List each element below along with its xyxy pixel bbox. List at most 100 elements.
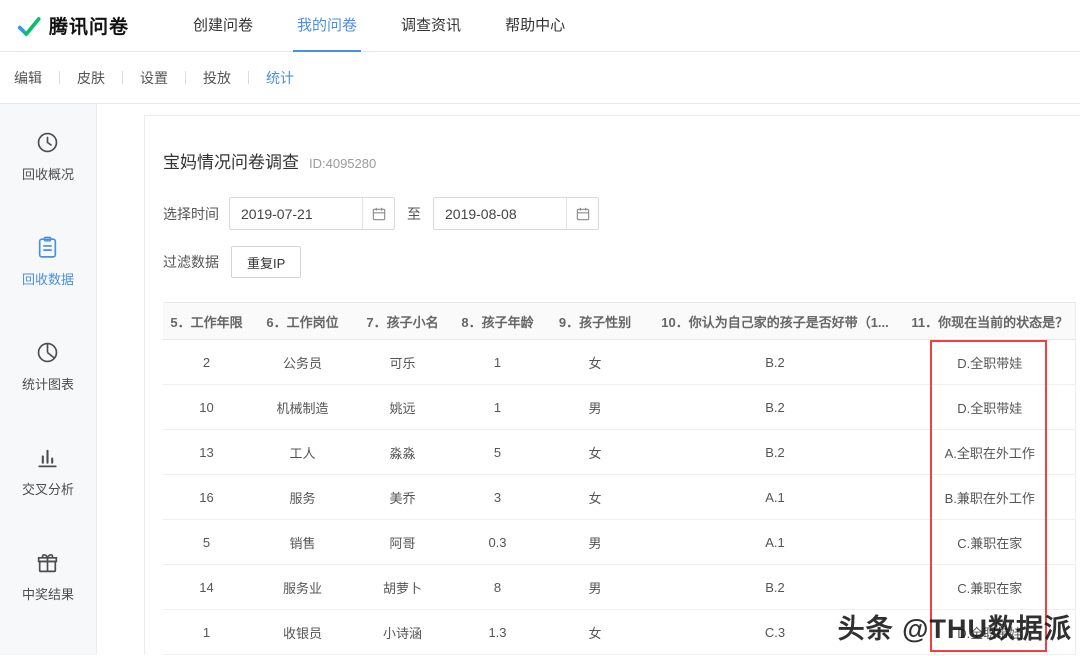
gift-icon <box>35 550 60 575</box>
table-header-cell: 6．工作岗位 <box>250 303 355 340</box>
table-cell: 2 <box>163 340 250 385</box>
table-cell: 1.3 <box>450 610 545 655</box>
app-logo[interactable]: 腾讯问卷 <box>16 12 129 39</box>
table-cell: 3 <box>450 475 545 520</box>
table-cell: 14 <box>163 565 250 610</box>
top-nav-items: 创建问卷 我的问卷 调查资讯 帮助中心 <box>171 0 587 52</box>
table-cell: 胡萝卜 <box>355 565 450 610</box>
nav-create-survey[interactable]: 创建问卷 <box>171 0 275 52</box>
table-cell: B.2 <box>645 430 905 475</box>
tab-skin[interactable]: 皮肤 <box>60 68 122 88</box>
table-row: 16服务美乔3女A.1B.兼职在外工作 <box>163 475 1075 520</box>
start-date-input[interactable]: 2019-07-21 <box>229 197 395 230</box>
table-cell: 阿哥 <box>355 520 450 565</box>
table-cell: 女 <box>545 340 645 385</box>
table-header-cell: 8．孩子年龄 <box>450 303 545 340</box>
data-filter-label: 过滤数据 <box>163 252 219 272</box>
tab-edit[interactable]: 编辑 <box>12 68 59 88</box>
table-cell: 公务员 <box>250 340 355 385</box>
sidebar-item-label: 中奖结果 <box>22 584 74 603</box>
table-cell: 淼淼 <box>355 430 450 475</box>
checkmark-logo-icon <box>16 13 42 39</box>
table-cell: 女 <box>545 430 645 475</box>
date-filter-label: 选择时间 <box>163 204 219 224</box>
table-row: 13工人淼淼5女B.2A.全职在外工作 <box>163 430 1075 475</box>
sidebar: 回收概况 回收数据 统计图表 交叉分析 <box>0 104 97 655</box>
tab-deploy[interactable]: 投放 <box>186 68 248 88</box>
content-card: 宝妈情况问卷调查 ID:4095280 选择时间 2019-07-21 至 20… <box>144 115 1080 655</box>
nav-help-center[interactable]: 帮助中心 <box>483 0 587 52</box>
page-title: 宝妈情况问卷调查 <box>163 148 299 173</box>
table-cell: 男 <box>545 565 645 610</box>
table-cell: D.全职带娃 <box>905 340 1075 385</box>
sidebar-item-recycle-data[interactable]: 回收数据 <box>22 235 74 288</box>
date-filter-row: 选择时间 2019-07-21 至 2019-08-08 <box>163 197 1080 230</box>
table-cell: 销售 <box>250 520 355 565</box>
survey-id: ID:4095280 <box>309 156 376 171</box>
table-cell: 1 <box>450 340 545 385</box>
table-cell: C.兼职在家 <box>905 520 1075 565</box>
table-cell: 13 <box>163 430 250 475</box>
results-table: 5．工作年限6．工作岗位7．孩子小名8．孩子年龄9．孩子性别10．你认为自己家的… <box>163 302 1076 655</box>
top-navbar: 腾讯问卷 创建问卷 我的问卷 调查资讯 帮助中心 <box>0 0 1080 52</box>
table-header-cell: 10．你认为自己家的孩子是否好带（1... <box>645 303 905 340</box>
sidebar-item-cross-analysis[interactable]: 交叉分析 <box>22 445 74 498</box>
nav-my-surveys[interactable]: 我的问卷 <box>275 0 379 52</box>
calendar-icon[interactable] <box>362 198 394 229</box>
clipboard-icon <box>35 235 60 260</box>
table-cell: 女 <box>545 475 645 520</box>
table-header-cell: 11．你现在当前的状态是？ <box>905 303 1075 340</box>
table-header-cell: 5．工作年限 <box>163 303 250 340</box>
end-date-value: 2019-08-08 <box>434 206 517 222</box>
table-cell: 1 <box>163 610 250 655</box>
table-cell: 5 <box>163 520 250 565</box>
table-cell: 0.3 <box>450 520 545 565</box>
tab-statistics[interactable]: 统计 <box>249 68 311 88</box>
table-cell: 1 <box>450 385 545 430</box>
sidebar-item-recycle-overview[interactable]: 回收概况 <box>22 130 74 183</box>
body-wrap: 回收概况 回收数据 统计图表 交叉分析 <box>0 104 1080 655</box>
sidebar-item-prize-results[interactable]: 中奖结果 <box>22 550 74 603</box>
table-cell: C.兼职在家 <box>905 565 1075 610</box>
table-cell: 美乔 <box>355 475 450 520</box>
end-date-input[interactable]: 2019-08-08 <box>433 197 599 230</box>
table-row: 14服务业胡萝卜8男B.2C.兼职在家 <box>163 565 1075 610</box>
table-cell: 男 <box>545 385 645 430</box>
table-cell: A.全职在外工作 <box>905 430 1075 475</box>
date-to-label: 至 <box>403 204 425 224</box>
title-row: 宝妈情况问卷调查 ID:4095280 <box>163 148 1080 173</box>
table-cell: 男 <box>545 520 645 565</box>
table-cell: A.1 <box>645 475 905 520</box>
watermark-text: 头条 @THU数据派 <box>838 607 1072 646</box>
table-cell: 可乐 <box>355 340 450 385</box>
table-cell: B.兼职在外工作 <box>905 475 1075 520</box>
clock-icon <box>35 130 60 155</box>
sidebar-item-label: 统计图表 <box>22 374 74 393</box>
main-content: 宝妈情况问卷调查 ID:4095280 选择时间 2019-07-21 至 20… <box>97 104 1080 655</box>
table-header-cell: 7．孩子小名 <box>355 303 450 340</box>
sidebar-item-label: 交叉分析 <box>22 479 74 498</box>
table-cell: 服务业 <box>250 565 355 610</box>
tab-settings[interactable]: 设置 <box>123 68 185 88</box>
table-cell: 5 <box>450 430 545 475</box>
table-cell: 小诗涵 <box>355 610 450 655</box>
table-cell: 收银员 <box>250 610 355 655</box>
duplicate-ip-filter-button[interactable]: 重复IP <box>231 246 301 278</box>
table-cell: D.全职带娃 <box>905 385 1075 430</box>
sidebar-item-statistics-charts[interactable]: 统计图表 <box>22 340 74 393</box>
table-cell: 服务 <box>250 475 355 520</box>
nav-survey-news[interactable]: 调查资讯 <box>379 0 483 52</box>
table-row: 2公务员可乐1女B.2D.全职带娃 <box>163 340 1075 385</box>
table-cell: B.2 <box>645 340 905 385</box>
table-header-row: 5．工作年限6．工作岗位7．孩子小名8．孩子年龄9．孩子性别10．你认为自己家的… <box>163 303 1075 340</box>
table-row: 5销售阿哥0.3男A.1C.兼职在家 <box>163 520 1075 565</box>
sidebar-item-label: 回收数据 <box>22 269 74 288</box>
bar-chart-icon <box>35 445 60 470</box>
sub-navbar: 编辑 皮肤 设置 投放 统计 <box>0 52 1080 104</box>
table-cell: 16 <box>163 475 250 520</box>
calendar-icon[interactable] <box>566 198 598 229</box>
table-cell: 10 <box>163 385 250 430</box>
table-cell: 工人 <box>250 430 355 475</box>
table-cell: 机械制造 <box>250 385 355 430</box>
table-cell: B.2 <box>645 385 905 430</box>
